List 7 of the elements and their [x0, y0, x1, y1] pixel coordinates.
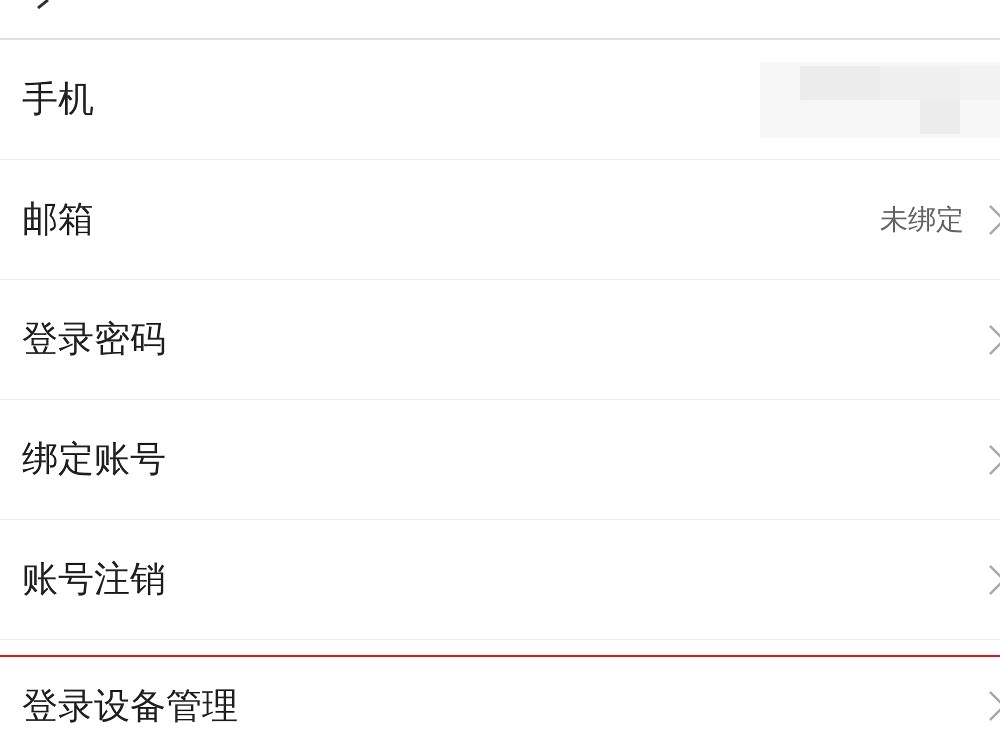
row-label: 邮箱: [22, 198, 94, 242]
row-label: 绑定账号: [22, 438, 166, 482]
row-label: 登录密码: [22, 318, 166, 362]
row-value: 未绑定: [880, 202, 964, 238]
row-label: 登录设备管理: [22, 684, 238, 728]
row-label: 账号注销: [22, 558, 166, 602]
row-label: 手机: [22, 78, 94, 122]
